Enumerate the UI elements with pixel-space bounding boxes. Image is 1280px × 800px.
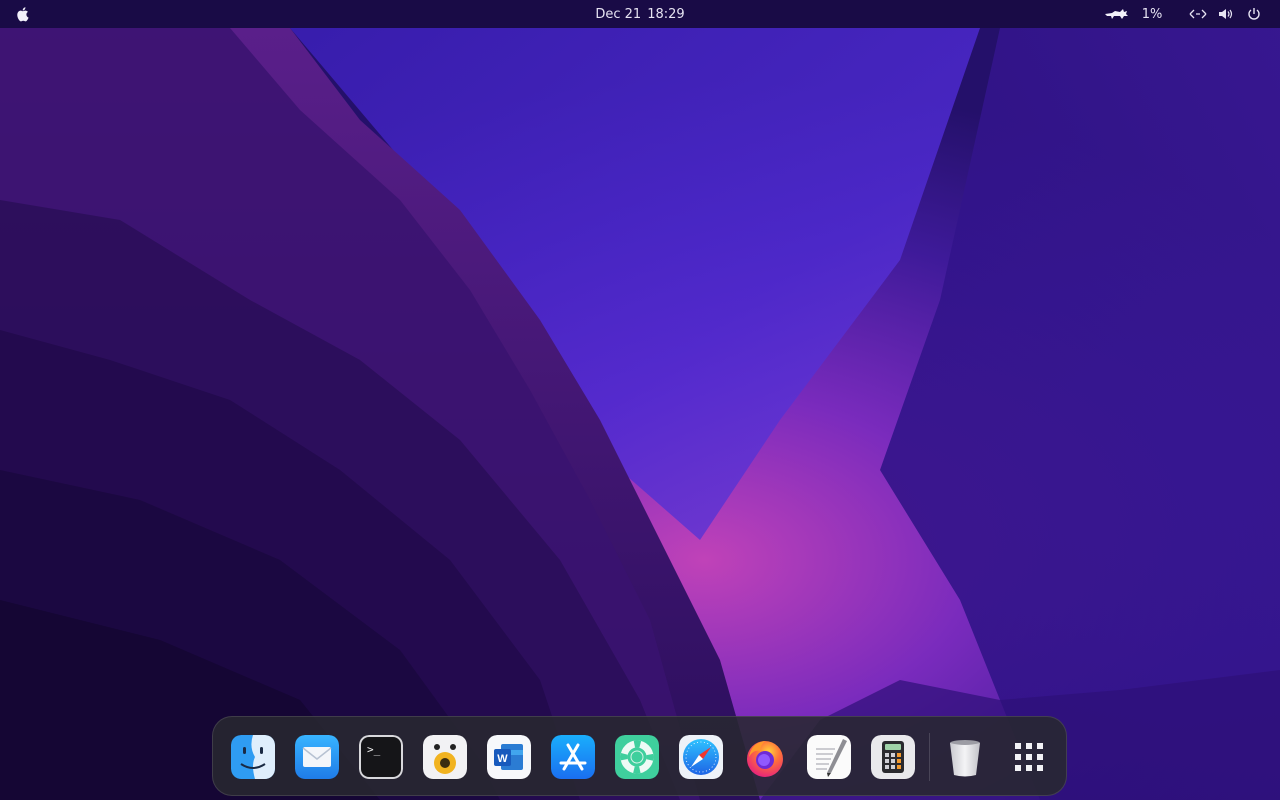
mail-icon[interactable] — [295, 735, 339, 779]
battery-percent[interactable]: 1% — [1137, 0, 1167, 28]
cat-weather-icon[interactable] — [1102, 0, 1132, 28]
speaker-icon[interactable] — [423, 735, 467, 779]
network-icon[interactable] — [1186, 0, 1210, 28]
terminal-icon[interactable]: >_ — [359, 735, 403, 779]
firefox-icon[interactable] — [743, 735, 787, 779]
lifebuoy-icon[interactable] — [615, 735, 659, 779]
safari-compass-icon[interactable] — [679, 735, 723, 779]
calculator-icon[interactable] — [871, 735, 915, 779]
word-glyph: W — [497, 753, 508, 765]
power-icon[interactable] — [1242, 0, 1266, 28]
terminal-prompt: >_ — [367, 743, 381, 756]
time-label: 18:29 — [647, 6, 685, 22]
trash-icon[interactable] — [943, 735, 987, 779]
top-bar: Dec 21 18:29 1% — [0, 0, 1280, 28]
volume-icon[interactable] — [1214, 0, 1238, 28]
clock[interactable]: Dec 21 18:29 — [560, 0, 720, 28]
dock-separator — [929, 733, 930, 781]
app-grid-icon[interactable] — [1007, 735, 1051, 779]
desktop-wallpaper — [0, 0, 1280, 800]
apple-logo-icon[interactable] — [12, 0, 32, 28]
finder-icon[interactable] — [231, 735, 275, 779]
word-icon[interactable]: W — [487, 735, 531, 779]
app-store-icon[interactable] — [551, 735, 595, 779]
date-label: Dec 21 — [595, 6, 642, 22]
text-editor-icon[interactable] — [807, 735, 851, 779]
dock: >_ W — [212, 716, 1067, 796]
